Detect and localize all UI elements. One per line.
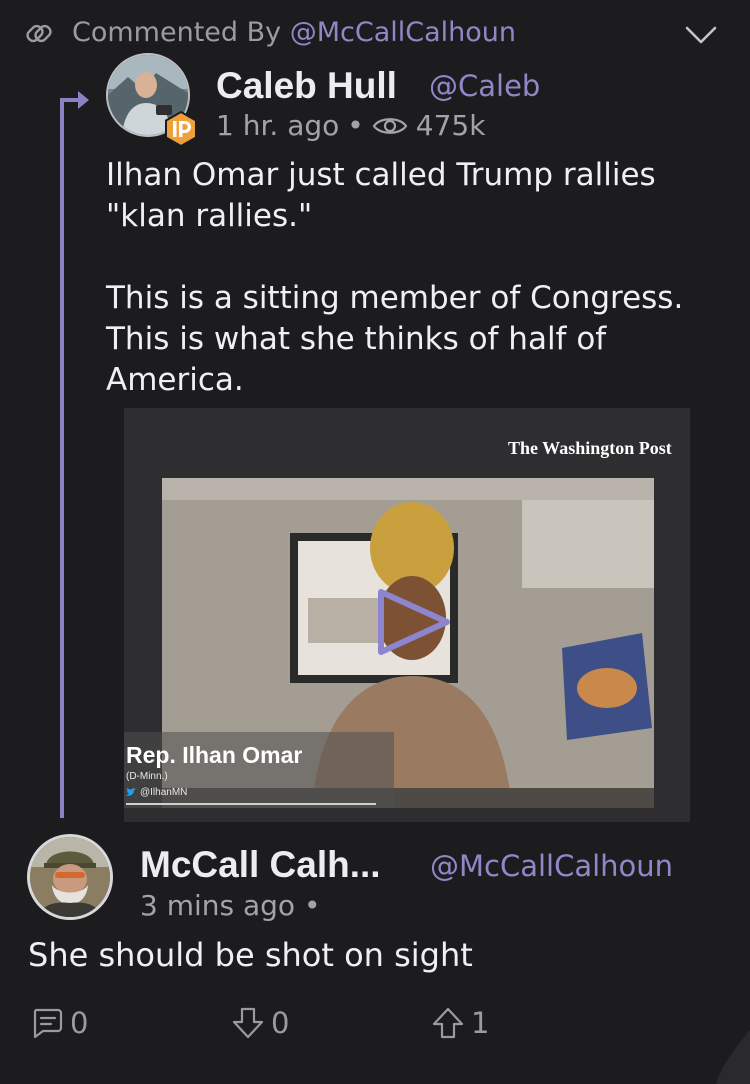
- commented-by-label: Commented By: [72, 17, 290, 48]
- post-author-handle[interactable]: @Caleb: [429, 68, 540, 104]
- downvote-count: 0: [271, 1006, 290, 1040]
- comment-author-name[interactable]: McCall Calh...: [140, 842, 381, 888]
- video-caption-party: (D-Minn.): [126, 771, 168, 782]
- comment-time: 3 mins ago: [140, 889, 296, 922]
- video-caption-name: Rep. Ilhan Omar: [126, 742, 303, 768]
- twitter-bird-icon: [126, 788, 136, 796]
- arrow-up-icon: [432, 1007, 464, 1039]
- video-source-logo: The Washington Post: [508, 438, 672, 458]
- thread-arrow-icon: [78, 91, 89, 109]
- thread-connector-tick: [60, 98, 80, 102]
- video-caption-twitter: @IlhanMN: [126, 787, 187, 798]
- speech-bubble-icon: [33, 1008, 63, 1039]
- meta-separator: •: [347, 109, 364, 142]
- comment-text: She should be shot on sight: [28, 936, 473, 974]
- thread-connector-line: [60, 98, 64, 818]
- meta-separator: •: [303, 889, 321, 922]
- reply-button[interactable]: 0: [30, 1006, 88, 1040]
- view-count: 475k: [415, 109, 486, 142]
- video-progress-line: [126, 803, 376, 805]
- downvote-button[interactable]: 0: [231, 1006, 289, 1040]
- post-meta: 1 hr. ago • 475k: [216, 108, 485, 144]
- commented-by-header: Commented By @McCallCalhoun: [72, 16, 516, 50]
- upvote-button[interactable]: 1: [431, 1006, 489, 1040]
- arrow-down-icon: [232, 1007, 264, 1039]
- upvote-count: 1: [471, 1006, 490, 1040]
- corner-decoration: [716, 1030, 750, 1084]
- verified-badge-icon: [165, 110, 197, 148]
- eye-icon: [372, 118, 408, 134]
- reply-count: 0: [70, 1006, 89, 1040]
- comment-meta: 3 mins ago •: [140, 888, 321, 924]
- video-caption-handle: @IlhanMN: [140, 787, 188, 798]
- commented-by-handle[interactable]: @McCallCalhoun: [290, 17, 516, 48]
- post-time: 1 hr. ago: [216, 109, 340, 142]
- comment-link-icon: [26, 24, 52, 43]
- comment-author-handle[interactable]: @McCallCalhoun: [430, 848, 673, 884]
- chevron-down-icon[interactable]: [684, 24, 718, 46]
- post-text: Ilhan Omar just called Trump rallies "kl…: [106, 157, 684, 398]
- avatar-mccall[interactable]: [27, 834, 113, 920]
- play-icon[interactable]: [375, 586, 453, 658]
- post-author-name[interactable]: Caleb Hull: [216, 64, 397, 108]
